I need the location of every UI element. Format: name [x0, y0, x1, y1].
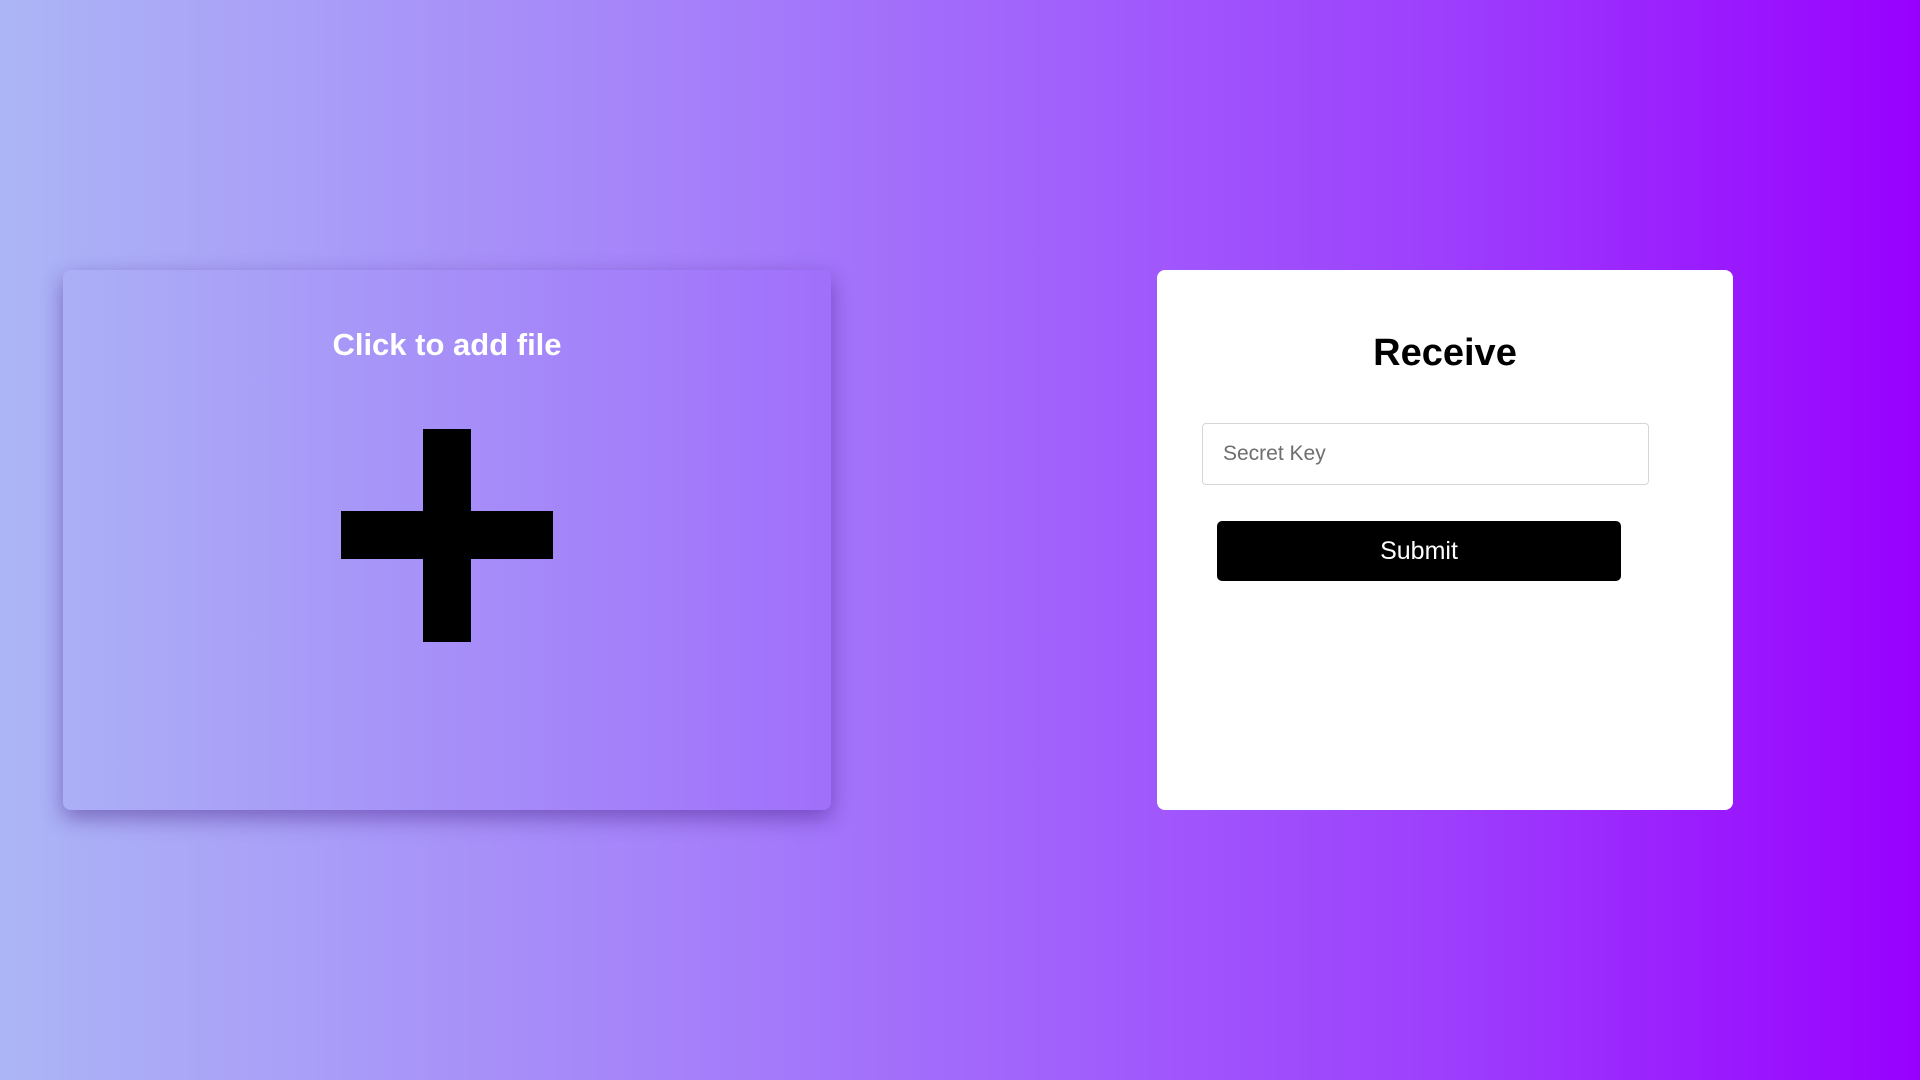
- file-upload-card[interactable]: Click to add file: [63, 270, 831, 810]
- plus-icon[interactable]: [341, 429, 553, 642]
- plus-icon-horizontal-bar: [341, 511, 553, 559]
- receive-card: Receive Submit: [1157, 270, 1733, 810]
- upload-title: Click to add file: [332, 327, 562, 362]
- receive-title: Receive: [1373, 332, 1517, 374]
- secret-key-input[interactable]: [1202, 423, 1649, 485]
- submit-button[interactable]: Submit: [1217, 521, 1621, 581]
